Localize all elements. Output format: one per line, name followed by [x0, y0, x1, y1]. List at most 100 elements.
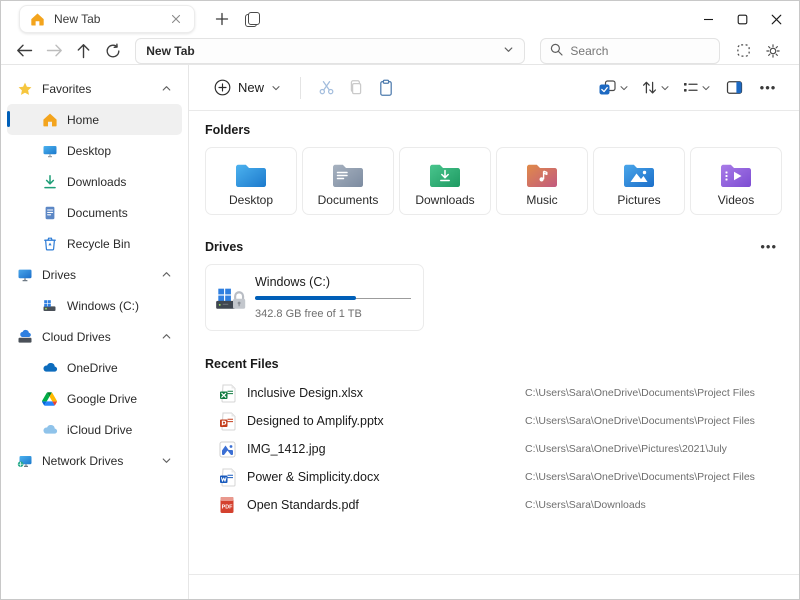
snip-selection-icon[interactable]: [730, 38, 758, 64]
home-icon: [29, 11, 46, 28]
navigation-bar: New Tab Search: [1, 37, 799, 65]
status-bar: [189, 574, 799, 599]
file-name: Power & Simplicity.docx: [247, 470, 525, 484]
copy-button[interactable]: [341, 73, 371, 103]
section-label: Network Drives: [42, 454, 123, 468]
folder-card-videos[interactable]: Videos: [690, 147, 782, 215]
maximize-button[interactable]: [725, 4, 759, 34]
document-icon: [41, 204, 58, 221]
tab-overview-icon[interactable]: [241, 6, 267, 32]
sidebar-section-cloud-drives[interactable]: Cloud Drives: [7, 321, 182, 352]
drives-more-button[interactable]: •••: [754, 239, 783, 254]
file-row-pdf[interactable]: PDF Open Standards.pdf C:\Users\Sara\Dow…: [205, 491, 783, 519]
onedrive-icon: [41, 359, 58, 376]
sidebar-item-home[interactable]: Home: [7, 104, 182, 135]
drive-icon: [41, 297, 58, 314]
main-pane: New: [189, 65, 799, 599]
file-explorer-window: New Tab: [0, 0, 800, 600]
plus-circle-icon: [214, 79, 231, 96]
folder-label: Pictures: [617, 193, 660, 207]
sort-arrows-icon: [641, 79, 658, 96]
file-path: C:\Users\Sara\OneDrive\Documents\Project…: [525, 415, 755, 427]
item-label: Documents: [67, 206, 128, 220]
new-button[interactable]: New: [205, 72, 290, 104]
tab-new-tab[interactable]: New Tab: [19, 5, 195, 33]
forward-button[interactable]: [41, 38, 69, 64]
drive-card-windows-c[interactable]: Windows (C:) 342.8 GB free of 1 TB: [205, 264, 424, 331]
file-row-docx[interactable]: Power & Simplicity.docx C:\Users\Sara\On…: [205, 463, 783, 491]
address-text: New Tab: [146, 44, 495, 58]
refresh-button[interactable]: [100, 38, 128, 64]
sidebar-item-documents[interactable]: Documents: [7, 197, 182, 228]
address-dropdown-icon[interactable]: [503, 44, 514, 58]
desktop-icon: [41, 142, 58, 159]
chevron-down-icon[interactable]: [161, 455, 172, 466]
new-tab-button[interactable]: [209, 6, 235, 32]
chevron-down-icon: [701, 83, 711, 93]
file-row-pptx[interactable]: Designed to Amplify.pptx C:\Users\Sara\O…: [205, 407, 783, 435]
folder-card-downloads[interactable]: Downloads: [399, 147, 491, 215]
tab-close-icon[interactable]: [167, 10, 185, 28]
sidebar-item-desktop[interactable]: Desktop: [7, 135, 182, 166]
bitlocker-drive-icon: [214, 278, 247, 318]
item-label: iCloud Drive: [67, 423, 132, 437]
minimize-button[interactable]: [691, 4, 725, 34]
up-button[interactable]: [70, 38, 98, 64]
powerpoint-file-icon: [218, 412, 236, 431]
icloud-icon: [41, 421, 58, 438]
image-file-icon: [218, 441, 236, 458]
word-file-icon: [218, 468, 236, 487]
sidebar-item-icloud-drive[interactable]: iCloud Drive: [7, 414, 182, 445]
folder-card-music[interactable]: Music: [496, 147, 588, 215]
desktop-folder-icon: [234, 161, 268, 189]
item-label: Google Drive: [67, 392, 137, 406]
drive-usage-bar: [255, 296, 411, 300]
search-input[interactable]: Search: [540, 38, 719, 64]
settings-gear-icon[interactable]: [759, 38, 787, 64]
sidebar-section-network-drives[interactable]: Network Drives: [7, 445, 182, 476]
file-row-xlsx[interactable]: Inclusive Design.xlsx C:\Users\Sara\OneD…: [205, 379, 783, 407]
file-name: Designed to Amplify.pptx: [247, 414, 525, 428]
search-placeholder: Search: [570, 44, 608, 58]
sidebar-section-drives[interactable]: Drives: [7, 259, 182, 290]
chevron-up-icon[interactable]: [161, 331, 172, 342]
sidebar-item-downloads[interactable]: Downloads: [7, 166, 182, 197]
view-button[interactable]: [678, 73, 715, 103]
content-area: Folders Desktop Documents Downloads: [189, 111, 799, 574]
sort-button[interactable]: [637, 73, 674, 103]
cut-button[interactable]: [311, 73, 341, 103]
chevron-down-icon: [660, 83, 670, 93]
folder-card-pictures[interactable]: Pictures: [593, 147, 685, 215]
folder-card-documents[interactable]: Documents: [302, 147, 394, 215]
sidebar-section-favorites[interactable]: Favorites: [7, 73, 182, 104]
folder-card-desktop[interactable]: Desktop: [205, 147, 297, 215]
sidebar-item-windows-c[interactable]: Windows (C:): [7, 290, 182, 321]
back-button[interactable]: [11, 38, 39, 64]
file-path: C:\Users\Sara\OneDrive\Pictures\2021\Jul…: [525, 443, 727, 455]
sidebar-item-google-drive[interactable]: Google Drive: [7, 383, 182, 414]
titlebar: New Tab: [1, 1, 799, 37]
section-label: Drives: [42, 268, 76, 282]
folders-title: Folders: [205, 123, 783, 137]
chevron-up-icon[interactable]: [161, 269, 172, 280]
pdf-file-icon: PDF: [218, 496, 236, 514]
address-bar[interactable]: New Tab: [135, 38, 525, 64]
monitor-icon: [16, 266, 33, 283]
chevron-up-icon[interactable]: [161, 83, 172, 94]
ellipsis-icon: •••: [754, 80, 783, 95]
paste-button[interactable]: [371, 73, 401, 103]
folder-label: Desktop: [229, 193, 273, 207]
sidebar-item-onedrive[interactable]: OneDrive: [7, 352, 182, 383]
sidebar-item-recycle-bin[interactable]: Recycle Bin: [7, 228, 182, 259]
close-button[interactable]: [759, 4, 793, 34]
multiselect-button[interactable]: [594, 73, 633, 103]
details-pane-button[interactable]: [719, 73, 749, 103]
section-label: Favorites: [42, 82, 91, 96]
network-drive-icon: [16, 452, 33, 469]
downloads-folder-icon: [428, 161, 462, 189]
recent-files-title: Recent Files: [205, 357, 783, 371]
recent-files-section: Recent Files Inclusive Design.xlsx C:\Us…: [205, 357, 783, 519]
file-row-jpg[interactable]: IMG_1412.jpg C:\Users\Sara\OneDrive\Pict…: [205, 435, 783, 463]
star-icon: [16, 80, 33, 97]
more-options-button[interactable]: •••: [753, 73, 783, 103]
